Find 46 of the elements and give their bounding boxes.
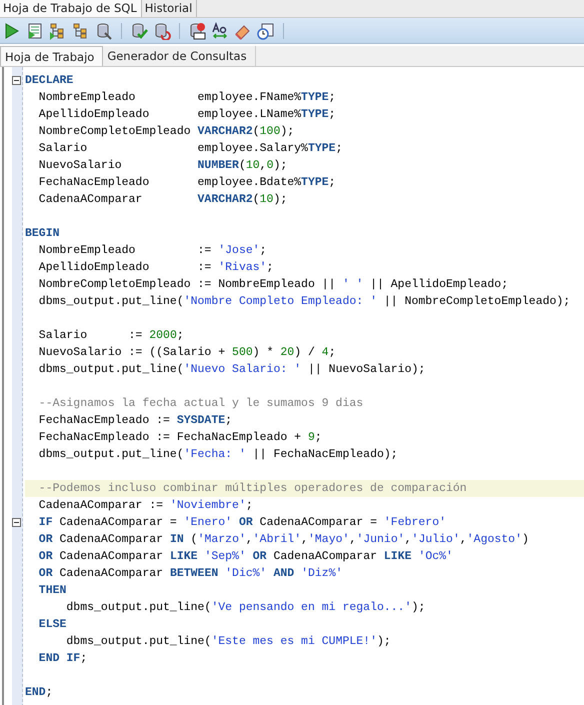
code-line: dbms_output.put_line('Ve pensando en mi regalo...');: [65, 600, 426, 616]
tab[interactable]: Historial: [142, 0, 198, 17]
code-comment: --Podemos incluso combinar múltiples operadores de comparación: [25, 480, 584, 497]
code-line: DECLARE: [25, 73, 74, 89]
document-icon[interactable]: [26, 22, 44, 40]
database-icon[interactable]: [188, 22, 206, 40]
database-icon[interactable]: [95, 22, 113, 40]
code-line: Salario := 2000;: [38, 328, 185, 344]
code-line: IF CadenaAComparar = 'Enero' OR CadenaAComparar = 'Febrero': [38, 515, 448, 531]
code-line: dbms_output.put_line('Fecha: ' || FechaNacEmpleado);: [38, 447, 399, 463]
code-line: FechaNacEmpleado := SYSDATE;: [38, 413, 234, 429]
clock-icon[interactable]: [257, 22, 275, 40]
code-line: Salario employee.Salary%TYPE;: [38, 141, 344, 157]
code-line: CadenaAComparar := 'Noviembre';: [38, 498, 254, 514]
code-line: dbms_output.put_line('Este mes es mi CUMPLE!');: [65, 634, 392, 650]
collapse-icon[interactable]: [12, 518, 20, 527]
code-line: THEN: [38, 583, 68, 599]
font-case-icon[interactable]: [211, 22, 229, 40]
database-icon[interactable]: [153, 22, 171, 40]
code-line: OR CadenaAComparar IN ('Marzo','Abril','Mayo','Junio','Julio','Agosto'): [38, 532, 530, 548]
code-line: OR CadenaAComparar LIKE 'Sep%' OR CadenaAComparar LIKE 'Oc%': [38, 549, 454, 565]
code-line: END;: [25, 685, 54, 701]
tab[interactable]: Hoja de Trabajo: [0, 46, 104, 66]
code-line: ELSE: [38, 617, 68, 633]
code-line: NuevoSalario := ((Salario + 500) * 20) / 4;: [38, 345, 337, 361]
code-comment: --Asignamos la fecha actual y le sumamos 9 dias: [38, 396, 364, 412]
code-line: NombreEmpleado employee.FName%TYPE;: [38, 90, 337, 106]
code-line: NombreCompletoEmpleado VARCHAR2(100);: [38, 124, 296, 140]
code-line: ApellidoEmpleado := 'Rivas';: [38, 260, 274, 276]
code-line: NombreEmpleado := 'Jose';: [38, 243, 268, 259]
code-line: OR CadenaAComparar BETWEEN 'Dic%' AND 'Diz%': [38, 566, 344, 582]
tab[interactable]: Generador de Consultas: [103, 46, 256, 66]
collapse-icon[interactable]: [12, 76, 20, 85]
code-line: NombreCompletoEmpleado := NombreEmpleado || ' ' || ApellidoEmpleado;: [38, 277, 510, 293]
code-line: FechaNacEmpleado := FechaNacEmpleado + 9;: [38, 430, 323, 446]
code-line: ApellidoEmpleado employee.LName%TYPE;: [38, 107, 337, 123]
code-line: END IF;: [38, 651, 88, 667]
code-line: dbms_output.put_line('Nombre Completo Empleado: ' || NombreCompletoEmpleado);: [38, 294, 572, 310]
code-line: FechaNacEmpleado employee.Bdate%TYPE;: [38, 175, 337, 191]
database-icon[interactable]: [130, 22, 148, 40]
code-line: BEGIN: [25, 226, 61, 242]
code-line: CadenaAComparar VARCHAR2(10);: [38, 192, 288, 208]
code-line: NuevoSalario NUMBER(10,0);: [38, 158, 288, 174]
code-line: dbms_output.put_line('Nuevo Salario: ' || NuevoSalario);: [38, 362, 426, 378]
tab[interactable]: Hoja de Trabajo de SQL: [0, 0, 142, 17]
run-icon[interactable]: [3, 22, 21, 40]
